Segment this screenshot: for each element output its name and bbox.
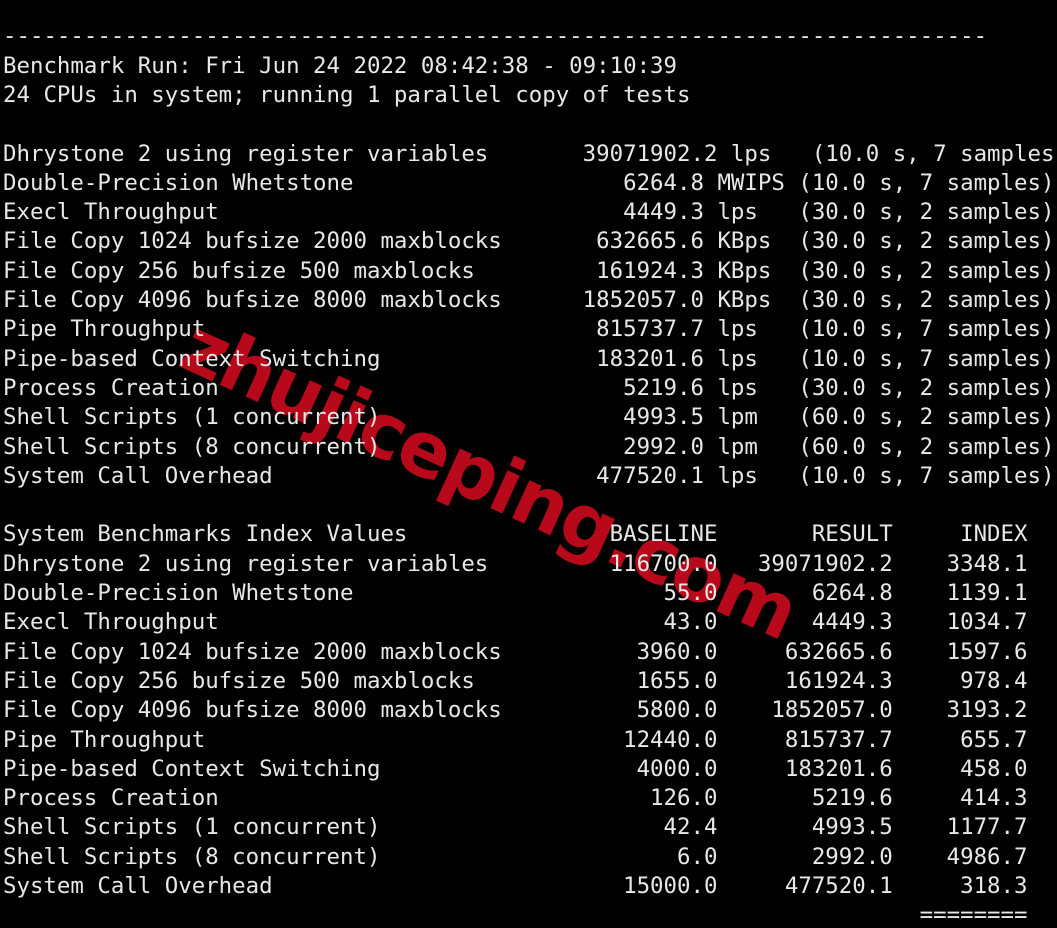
- benchmark-output-text: ----------------------------------------…: [3, 23, 1057, 928]
- terminal-window: zhujiceping.com ------------------------…: [0, 0, 1057, 928]
